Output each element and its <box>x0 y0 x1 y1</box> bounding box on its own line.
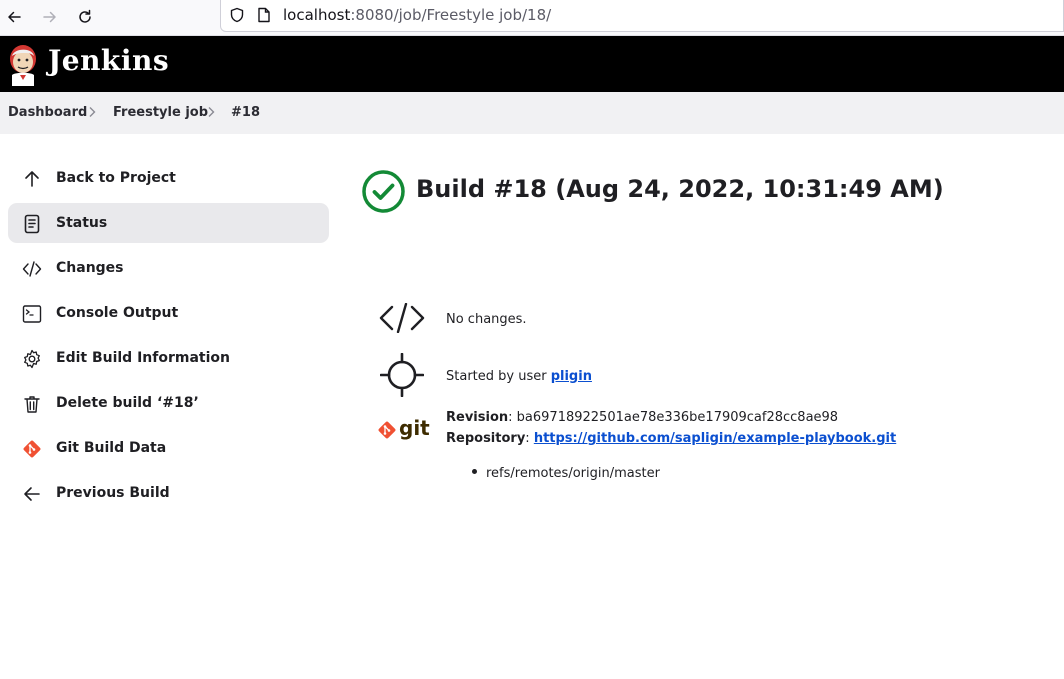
git-icon <box>378 421 396 439</box>
trash-icon <box>21 393 43 415</box>
sidebar-item-label: Back to Project <box>56 170 176 186</box>
chevron-right-icon <box>208 107 215 117</box>
page-title: Build #18 (Aug 24, 2022, 10:31:49 AM) <box>416 175 944 203</box>
revision-line: Revision: ba69718922501ae78e336be17909ca… <box>446 410 839 425</box>
repository-link[interactable]: https://github.com/sapligin/example-play… <box>534 431 896 446</box>
chevron-right-icon <box>89 107 96 117</box>
sidebar-item-label: Edit Build Information <box>56 350 230 366</box>
changes-text: No changes. <box>446 312 527 327</box>
git-logo: git <box>377 416 430 444</box>
jenkins-brand[interactable]: Jenkins <box>48 44 169 77</box>
repository-label: Repository <box>446 431 526 446</box>
gear-icon <box>21 348 43 370</box>
breadcrumb-dashboard[interactable]: Dashboard <box>8 105 87 120</box>
terminal-icon <box>21 303 43 325</box>
git-wordmark: git <box>399 416 430 440</box>
repository-line: Repository: https://github.com/sapligin/… <box>446 431 897 446</box>
crosshair-icon <box>380 353 424 397</box>
arrow-left-icon <box>21 483 43 505</box>
bullet-icon <box>472 469 477 474</box>
sidebar-item-console-output[interactable]: Console Output <box>8 293 329 333</box>
arrow-left-icon <box>8 11 21 23</box>
jenkins-logo-icon[interactable] <box>6 42 40 86</box>
page-icon[interactable] <box>257 7 271 23</box>
sidebar-item-status[interactable]: Status <box>8 203 329 243</box>
back-button[interactable] <box>0 4 28 30</box>
list-item: refs/remotes/origin/master <box>472 466 660 481</box>
sidebar-item-label: Status <box>56 215 108 231</box>
sidebar-item-label: Changes <box>56 260 124 276</box>
arrow-up-icon <box>21 168 43 190</box>
sidebar-item-label: Previous Build <box>56 485 170 501</box>
sidebar-item-git-build-data[interactable]: Git Build Data <box>8 428 329 468</box>
sidebar-item-delete-build[interactable]: Delete build ‘#18’ <box>8 383 329 423</box>
url-path: :8080/job/Freestyle job/18/ <box>350 6 552 24</box>
user-link[interactable]: pligin <box>551 369 592 384</box>
started-by: Started by user pligin <box>446 369 592 384</box>
code-icon <box>379 303 425 333</box>
started-by-prefix: Started by user <box>446 369 551 384</box>
revision-label: Revision <box>446 410 509 425</box>
document-icon <box>21 213 43 235</box>
sidebar: Back to Project Status Changes Console O… <box>8 158 329 518</box>
breadcrumb: Dashboard Freestyle job #18 <box>0 92 1064 134</box>
sidebar-item-changes[interactable]: Changes <box>8 248 329 288</box>
arrow-right-icon <box>43 11 56 23</box>
branch-name: refs/remotes/origin/master <box>486 466 660 481</box>
jenkins-header: Jenkins <box>0 36 1064 92</box>
code-icon <box>21 258 43 280</box>
reload-icon <box>79 9 91 23</box>
shield-icon[interactable] <box>229 7 245 23</box>
address-bar[interactable]: localhost:8080/job/Freestyle job/18/ <box>220 0 1064 32</box>
browser-toolbar: localhost:8080/job/Freestyle job/18/ <box>0 0 1064 36</box>
url-text[interactable]: localhost:8080/job/Freestyle job/18/ <box>283 6 551 24</box>
reload-button[interactable] <box>71 4 99 30</box>
breadcrumb-build-18[interactable]: #18 <box>231 105 260 120</box>
forward-button[interactable] <box>36 4 64 30</box>
git-icon <box>21 438 43 460</box>
url-host: localhost <box>283 6 351 24</box>
sidebar-item-back-to-project[interactable]: Back to Project <box>8 158 329 198</box>
revision-value: ba69718922501ae78e336be17909caf28cc8ae98 <box>516 410 839 425</box>
sidebar-item-previous-build[interactable]: Previous Build <box>8 473 329 513</box>
sidebar-item-label: Git Build Data <box>56 440 167 456</box>
sidebar-item-label: Console Output <box>56 305 179 321</box>
breadcrumb-freestyle-job[interactable]: Freestyle job <box>113 105 208 120</box>
sidebar-item-label: Delete build ‘#18’ <box>56 395 199 411</box>
sidebar-item-edit-build-information[interactable]: Edit Build Information <box>8 338 329 378</box>
success-check-icon <box>362 170 405 213</box>
